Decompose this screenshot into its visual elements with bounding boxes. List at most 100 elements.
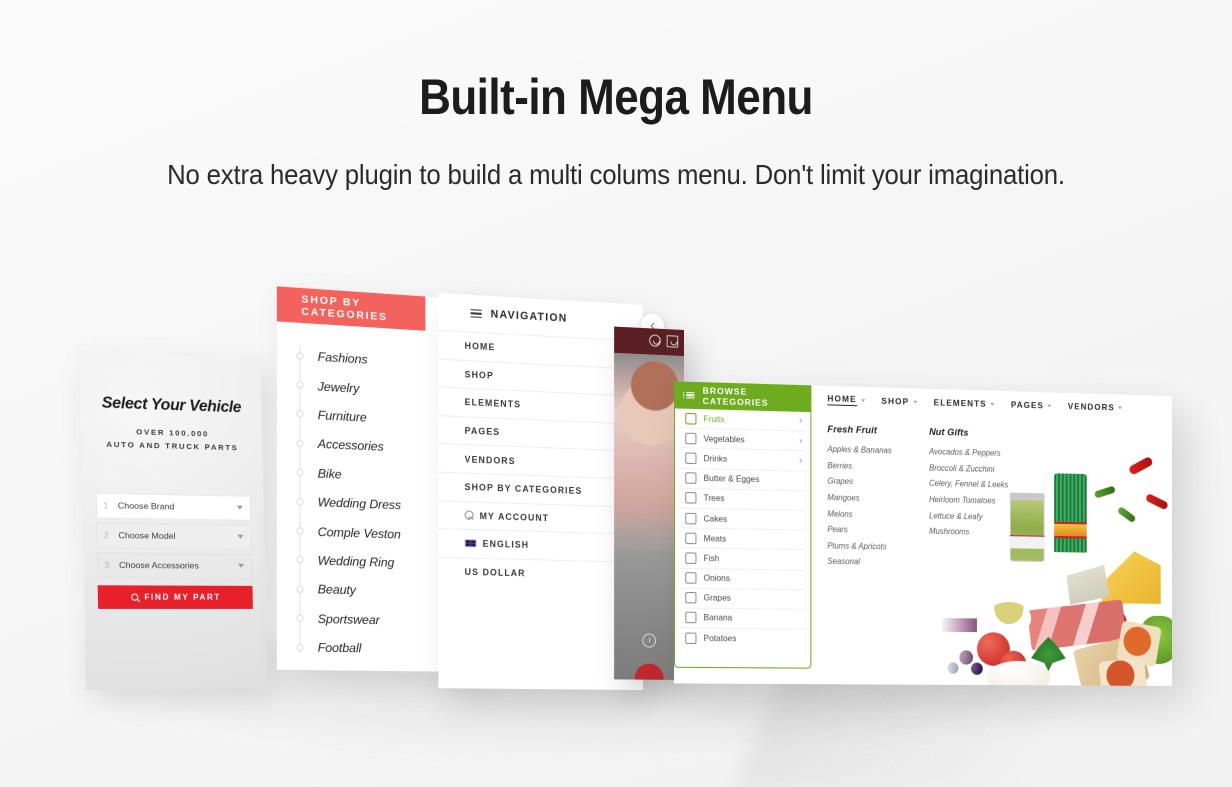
vehicle-selector-panel: Select Your Vehicle OVER 100.000 AUTO AN… xyxy=(79,350,267,690)
mega-nav-label: PAGES xyxy=(1011,399,1044,410)
category-label: Accessories xyxy=(318,437,384,454)
mega-nav-home[interactable]: HOME xyxy=(827,393,864,406)
choose-accessories-label: Choose Accessories xyxy=(119,560,238,571)
mega-link[interactable]: Pears xyxy=(827,522,891,539)
category-label: Fashions xyxy=(318,350,368,367)
chevron-down-icon xyxy=(861,399,865,402)
category-label: Football xyxy=(318,641,362,656)
mega-link[interactable]: Grapes xyxy=(827,474,891,491)
drinks-icon xyxy=(685,452,696,464)
nav-item-label: SHOP BY CATEGORIES xyxy=(465,482,583,496)
floating-action-button[interactable] xyxy=(635,663,664,680)
nav-item-label: MY ACCOUNT xyxy=(480,511,549,523)
browse-item-label: Grapes xyxy=(704,593,802,603)
bag-icon[interactable] xyxy=(667,335,679,348)
mega-link[interactable]: Mangoes xyxy=(827,490,891,507)
choose-brand-select[interactable]: 1 Choose Brand xyxy=(96,492,251,520)
choose-model-label: Choose Model xyxy=(118,530,237,542)
browse-item-fish[interactable]: Fish xyxy=(680,548,805,570)
category-label: Jewelry xyxy=(318,379,360,396)
mega-link[interactable]: Heirloom Tomatoes xyxy=(929,492,1008,510)
browse-categories-header: BROWSE CATEGORIES xyxy=(674,381,811,412)
bullet-dot-icon xyxy=(296,352,303,360)
choose-model-select[interactable]: 2 Choose Model xyxy=(96,522,251,549)
category-label: Comple Veston xyxy=(318,524,401,541)
browse-item-trees[interactable]: Trees xyxy=(680,488,805,510)
chevron-down-icon xyxy=(1119,406,1123,409)
choose-accessories-select[interactable]: 3 Choose Accessories xyxy=(97,552,252,579)
browse-item-label: Butter & Egges xyxy=(704,474,802,485)
cakes-icon xyxy=(685,512,696,524)
category-label: Beauty xyxy=(318,582,356,597)
mega-nav-pages[interactable]: PAGES xyxy=(1011,399,1052,410)
mega-column-nut-gifts: Nut Gifts Avocados & Peppers Broccoli & … xyxy=(929,426,1008,573)
browse-item-drinks[interactable]: Drinks xyxy=(680,449,805,472)
browse-item-grapes[interactable]: Grapes xyxy=(680,588,805,609)
bullet-dot-icon xyxy=(296,585,303,592)
mega-link[interactable]: Lettuce & Leafy xyxy=(929,508,1008,525)
browse-item-meats[interactable]: Meats xyxy=(680,528,805,550)
mega-link[interactable]: Berries xyxy=(827,457,891,475)
browse-item-label: Drinks xyxy=(704,454,791,465)
browse-categories-label: BROWSE CATEGORIES xyxy=(703,385,812,409)
choose-brand-label: Choose Brand xyxy=(118,500,237,512)
bullet-dot-icon xyxy=(296,410,303,418)
browse-item-label: Fish xyxy=(704,554,802,565)
chevron-down-icon xyxy=(913,400,917,403)
browse-item-butter-egges[interactable]: Butter & Egges xyxy=(680,469,805,492)
bullet-dot-icon xyxy=(296,381,303,389)
chevron-right-icon xyxy=(797,439,802,444)
browse-item-label: Potatoes xyxy=(704,634,802,644)
emoji-icon[interactable] xyxy=(649,334,661,347)
potatoes-icon xyxy=(685,633,696,645)
mozzarella xyxy=(987,661,1051,686)
nav-item-label: ENGLISH xyxy=(483,539,529,550)
browse-item-onions[interactable]: Onions xyxy=(680,568,805,590)
chevron-right-icon xyxy=(797,419,802,424)
select-number-3: 3 xyxy=(104,560,119,570)
bullet-dot-icon xyxy=(296,556,303,563)
mega-nav-elements[interactable]: ELEMENTS xyxy=(934,397,995,409)
mega-nav-shop[interactable]: SHOP xyxy=(881,396,917,407)
nav-item-label: US DOLLAR xyxy=(465,567,526,579)
bullet-dot-icon xyxy=(296,615,303,622)
browse-item-label: Banana xyxy=(704,613,802,623)
mega-nav-label: SHOP xyxy=(881,396,909,407)
browse-item-label: Vegetables xyxy=(704,434,791,445)
find-my-part-button[interactable]: FIND MY PART xyxy=(98,585,253,609)
mega-link[interactable]: Mushrooms xyxy=(929,524,1008,541)
chevron-down-icon xyxy=(237,506,243,510)
mega-link[interactable]: Avocados & Peppers xyxy=(929,444,1008,462)
nav-item-label: HOME xyxy=(465,341,496,353)
user-icon xyxy=(465,511,474,520)
mega-nav-label: VENDORS xyxy=(1068,401,1115,412)
mega-link[interactable]: Celery, Fennel & Leeks xyxy=(929,476,1008,494)
butter-icon xyxy=(685,472,696,484)
mega-nav-label: ELEMENTS xyxy=(934,397,987,409)
nav-item-us-dollar[interactable]: US DOLLAR xyxy=(438,557,643,590)
bullet-dot-icon xyxy=(296,469,303,476)
browse-item-banana[interactable]: Banana xyxy=(680,608,805,629)
mega-menu-columns: Fresh Fruit Apples & Bananas Berries Gra… xyxy=(811,412,1172,575)
grapes-icon xyxy=(685,592,696,604)
food-wrap xyxy=(1098,657,1147,686)
mobile-topbar-icons xyxy=(649,334,678,347)
vehicle-panel-title: Select Your Vehicle xyxy=(94,394,249,418)
mega-nav-vendors[interactable]: VENDORS xyxy=(1068,401,1122,413)
browse-item-potatoes[interactable]: Potatoes xyxy=(680,628,805,649)
mega-link[interactable]: Apples & Bananas xyxy=(827,441,891,459)
mega-link[interactable]: Melons xyxy=(827,506,891,523)
mega-link[interactable]: Broccoli & Zucchini xyxy=(929,460,1008,478)
mega-link[interactable]: Plums & Apricots xyxy=(827,538,891,555)
mega-link[interactable]: Seasonal xyxy=(827,554,891,571)
browse-item-cakes[interactable]: Cakes xyxy=(680,508,805,530)
hamburger-icon[interactable] xyxy=(471,309,482,319)
bullet-dot-icon xyxy=(296,644,303,651)
select-number-1: 1 xyxy=(103,500,118,511)
fish-icon xyxy=(685,552,696,564)
chevron-right-icon xyxy=(797,458,802,463)
bullet-dot-icon xyxy=(296,498,303,505)
select-number-2: 2 xyxy=(104,530,119,540)
search-icon xyxy=(131,593,138,600)
banana-icon xyxy=(685,612,696,624)
